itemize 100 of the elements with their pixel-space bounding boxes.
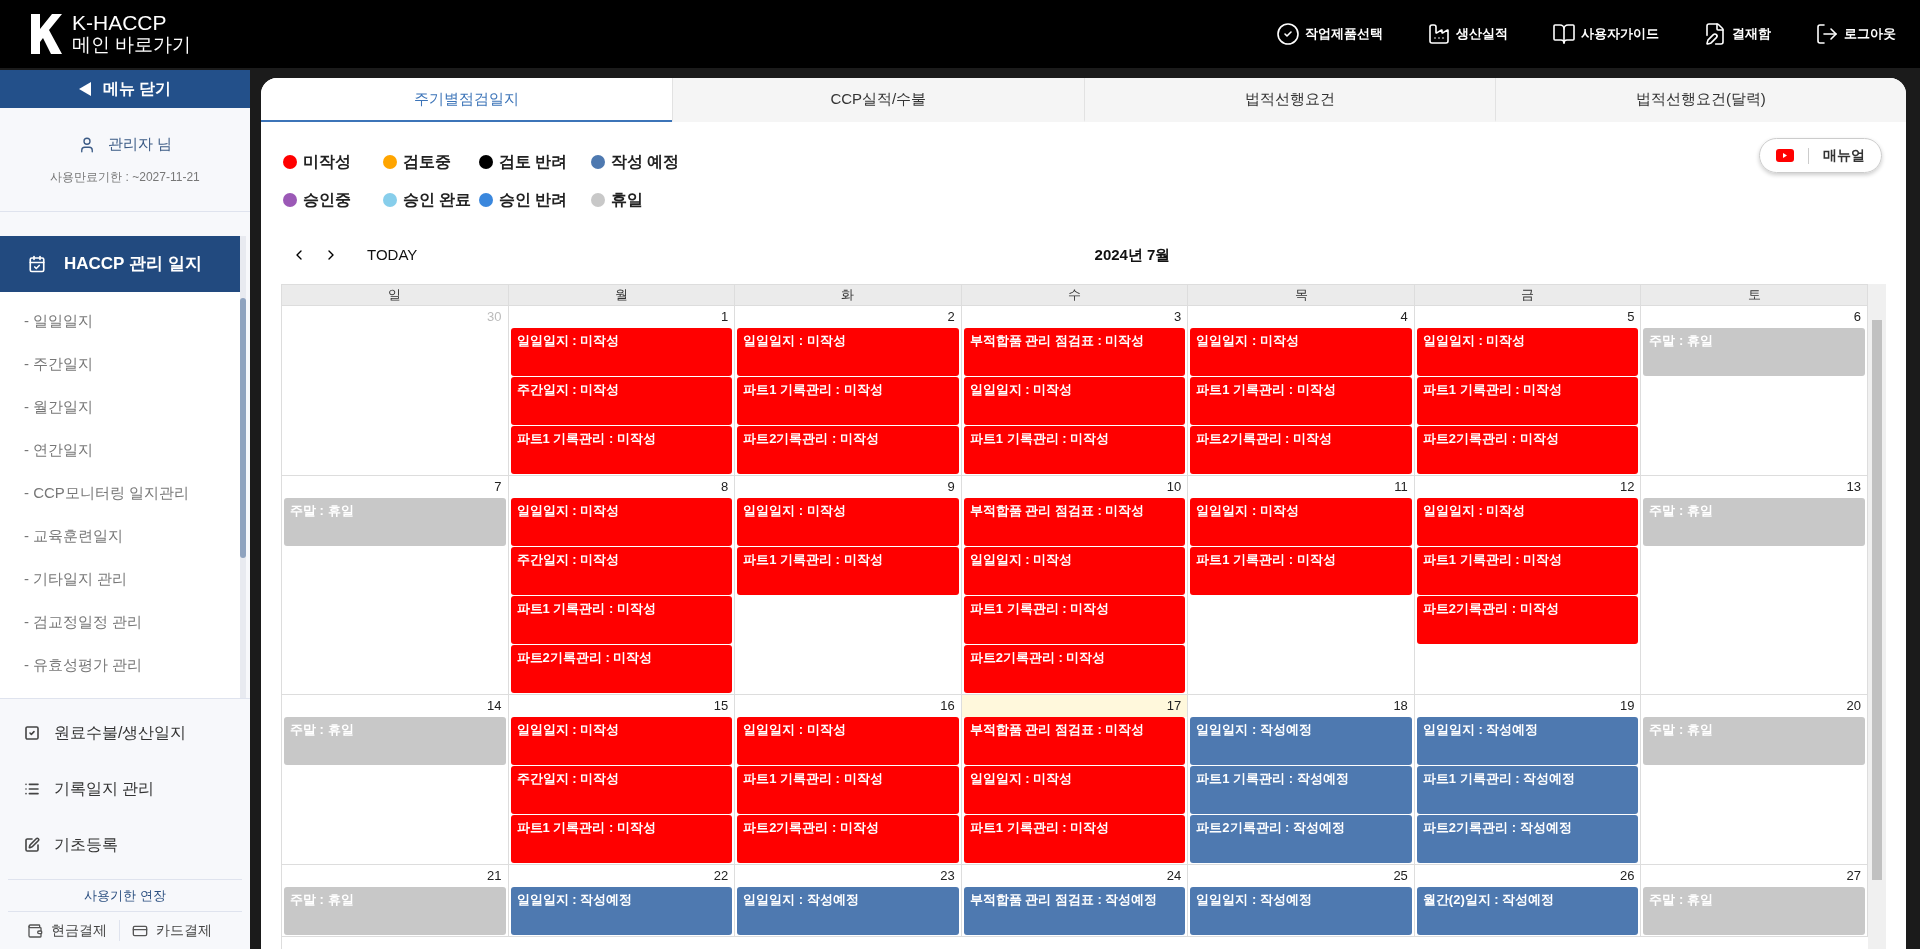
- submenu-item[interactable]: - 주간일지: [24, 343, 240, 386]
- calendar-event[interactable]: 파트1 기록관리 : 미작성: [1190, 377, 1412, 425]
- day-number: 12: [1619, 478, 1635, 497]
- menu-item[interactable]: 원료수불/생산일지: [0, 704, 250, 761]
- calendar-event[interactable]: 일일일지 : 미작성: [510, 498, 733, 546]
- calendar-event[interactable]: 파트1 기록관리 : 작성예정: [1190, 766, 1412, 814]
- menu-section-label: HACCP 관리 일지: [64, 253, 202, 276]
- calendar-event[interactable]: 부적합품 관리 점검표 : 미작성: [963, 498, 1186, 546]
- calendar-event[interactable]: 일일일지 : 미작성: [1416, 498, 1639, 546]
- calendar-event[interactable]: 파트2기록관리 : 작성예정: [1416, 815, 1639, 863]
- day-number: 16: [940, 697, 955, 716]
- calendar-event[interactable]: 일일일지 : 미작성: [1190, 498, 1412, 546]
- weekday-header: 수: [961, 285, 1189, 305]
- calendar-event[interactable]: 일일일지 : 미작성: [1190, 328, 1412, 376]
- calendar-event[interactable]: 파트1 기록관리 : 미작성: [737, 547, 959, 595]
- calendar-event[interactable]: 파트2기록관리 : 미작성: [1416, 426, 1639, 474]
- legend-label: 승인 반려: [499, 190, 568, 210]
- calendar-event[interactable]: 일일일지 : 미작성: [963, 377, 1186, 425]
- calendar-event[interactable]: 부적합품 관리 점검표 : 미작성: [963, 328, 1186, 376]
- expiry-date: 사용만료기한 : ~2027-11-21: [50, 168, 200, 186]
- calendar-event[interactable]: 일일일지 : 작성예정: [510, 887, 733, 935]
- day-number: 15: [713, 697, 729, 716]
- nav-link[interactable]: 로그아웃: [1815, 22, 1896, 46]
- calendar-event[interactable]: 일일일지 : 작성예정: [1190, 887, 1412, 935]
- calendar-event[interactable]: 파트1 기록관리 : 미작성: [963, 426, 1186, 474]
- submenu-item[interactable]: - 기타일지 관리: [24, 558, 240, 601]
- calendar-event[interactable]: 파트1 기록관리 : 미작성: [963, 815, 1186, 863]
- calendar-event[interactable]: 파트1 기록관리 : 미작성: [510, 815, 733, 863]
- scrollbar-thumb[interactable]: [240, 298, 246, 558]
- nav-link[interactable]: 작업제품선택: [1276, 22, 1383, 46]
- calendar-event[interactable]: 주간일지 : 미작성: [510, 377, 733, 425]
- calendar-event[interactable]: 일일일지 : 미작성: [963, 547, 1186, 595]
- calendar-event[interactable]: 파트1 기록관리 : 미작성: [1416, 547, 1639, 595]
- calendar-event[interactable]: 파트2기록관리 : 미작성: [510, 645, 733, 693]
- day-number: 25: [1393, 867, 1408, 886]
- day-number: 8: [720, 478, 729, 497]
- calendar-event[interactable]: 일일일지 : 미작성: [737, 328, 959, 376]
- submenu-item[interactable]: - 월간일지: [24, 386, 240, 429]
- tab[interactable]: 주기별점검일지: [261, 78, 673, 122]
- calendar-event[interactable]: 파트1 기록관리 : 미작성: [510, 596, 733, 644]
- nav-link[interactable]: 결재함: [1703, 22, 1771, 46]
- payment-link[interactable]: 현금결제: [26, 920, 120, 941]
- submenu-item[interactable]: - 검교정일정 관리: [24, 601, 240, 644]
- calendar-event[interactable]: 일일일지 : 미작성: [963, 766, 1186, 814]
- calendar-event[interactable]: 파트1 기록관리 : 미작성: [510, 426, 733, 474]
- submenu-item[interactable]: - CCP모니터링 일지관리: [24, 472, 240, 515]
- calendar-event[interactable]: 파트2기록관리 : 미작성: [737, 815, 959, 863]
- weekday-header: 월: [508, 285, 736, 305]
- submenu-item[interactable]: - 유효성평가 관리: [24, 644, 240, 687]
- wallet-icon: [26, 922, 43, 939]
- day-number: 6: [1853, 308, 1861, 327]
- menu-item[interactable]: 기록일지 관리: [0, 760, 250, 817]
- calendar-event[interactable]: 일일일지 : 미작성: [737, 498, 959, 546]
- menu-item[interactable]: 기초등록: [0, 816, 250, 873]
- extend-title: 사용기한 연장: [8, 879, 242, 912]
- calendar-event[interactable]: 일일일지 : 미작성: [1416, 328, 1639, 376]
- tab[interactable]: 법적선행요건: [1083, 78, 1495, 122]
- calendar-event[interactable]: 파트2기록관리 : 미작성: [963, 645, 1186, 693]
- calendar-event[interactable]: 일일일지 : 미작성: [510, 717, 733, 765]
- calendar-event[interactable]: 파트2기록관리 : 미작성: [737, 426, 959, 474]
- calendar-event[interactable]: 부적합품 관리 점검표 : 작성예정: [963, 887, 1186, 935]
- calendar-event[interactable]: 일일일지 : 작성예정: [1416, 717, 1639, 765]
- today-button[interactable]: TODAY: [367, 243, 418, 267]
- calendar-event[interactable]: 일일일지 : 작성예정: [737, 887, 959, 935]
- calendar-event[interactable]: 파트2기록관리 : 작성예정: [1190, 815, 1412, 863]
- submenu-item[interactable]: - 연간일지: [24, 429, 240, 472]
- weekday-header: 토: [1641, 285, 1868, 305]
- nav-link[interactable]: 생산실적: [1427, 22, 1508, 46]
- calendar-event[interactable]: 월간(2)일지 : 작성예정: [1416, 887, 1639, 935]
- calendar-event[interactable]: 주간일지 : 미작성: [510, 766, 733, 814]
- calendar-event[interactable]: 주간일지 : 미작성: [510, 547, 733, 595]
- close-menu-button[interactable]: 메뉴 닫기: [0, 70, 250, 108]
- day-number: 26: [1619, 867, 1635, 886]
- calendar-event[interactable]: 부적합품 관리 점검표 : 미작성: [963, 717, 1186, 765]
- submenu-item[interactable]: - 교육훈련일지: [24, 515, 240, 558]
- calendar-event[interactable]: 파트1 기록관리 : 미작성: [737, 766, 959, 814]
- calendar-event[interactable]: 파트1 기록관리 : 미작성: [1416, 377, 1639, 425]
- home-link[interactable]: 메인 바로가기: [72, 34, 192, 56]
- calendar-event[interactable]: 일일일지 : 미작성: [737, 717, 959, 765]
- payment-link[interactable]: 카드결제: [131, 920, 224, 941]
- menu-section-header[interactable]: HACCP 관리 일지: [0, 236, 240, 292]
- edit-icon: [24, 836, 40, 853]
- calendar-event[interactable]: 파트1 기록관리 : 미작성: [737, 377, 959, 425]
- scrollbar-thumb[interactable]: [1872, 320, 1882, 880]
- day-number: 4: [1400, 308, 1408, 327]
- calendar-event[interactable]: 파트1 기록관리 : 작성예정: [1416, 766, 1639, 814]
- calendar-event[interactable]: 파트1 기록관리 : 미작성: [1190, 547, 1412, 595]
- scrollbar[interactable]: [240, 236, 246, 698]
- submenu-item[interactable]: - 일일일지: [24, 300, 240, 343]
- tab[interactable]: 법적선행요건(달력): [1494, 78, 1906, 122]
- calendar-event[interactable]: 일일일지 : 미작성: [510, 328, 733, 376]
- nav-link[interactable]: 사용자가이드: [1552, 22, 1659, 46]
- day-number: 2: [947, 308, 955, 327]
- calendar-event[interactable]: 파트1 기록관리 : 미작성: [963, 596, 1186, 644]
- calendar-event[interactable]: 일일일지 : 작성예정: [1190, 717, 1412, 765]
- calendar-event[interactable]: 파트2기록관리 : 미작성: [1190, 426, 1412, 474]
- calendar-event[interactable]: 파트2기록관리 : 미작성: [1416, 596, 1639, 644]
- scrollbar[interactable]: [1868, 284, 1886, 949]
- weekday-header: 화: [735, 285, 962, 305]
- tab[interactable]: CCP실적/수불: [672, 78, 1084, 122]
